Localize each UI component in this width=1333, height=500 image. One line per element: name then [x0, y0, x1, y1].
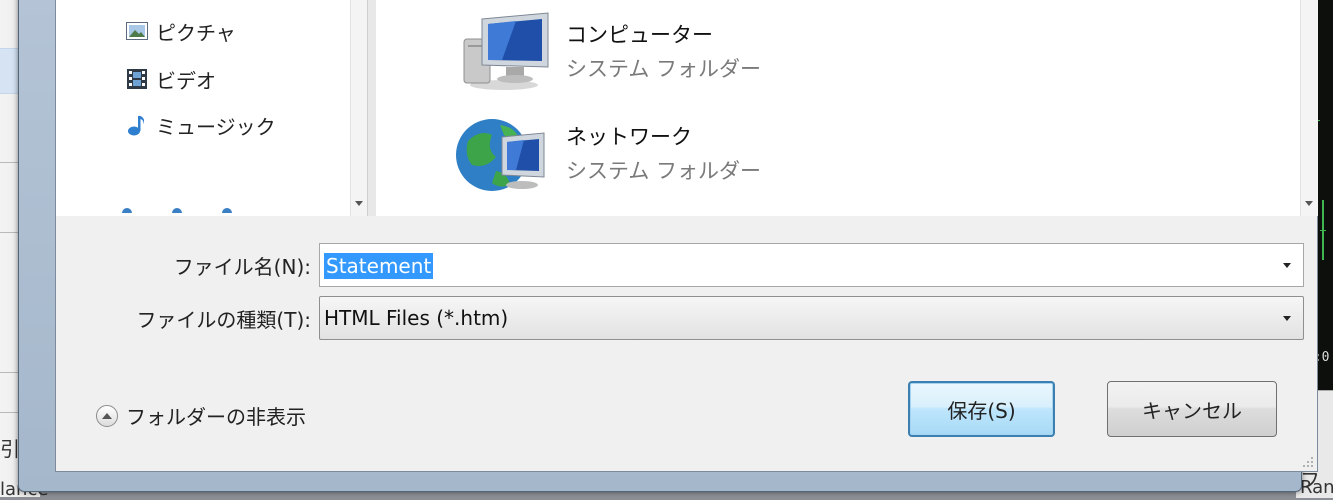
navigation-pane[interactable]: ピクチャ ビデオ ミュージック	[56, 0, 350, 216]
content-item-network[interactable]: ネットワーク システム フォルダー	[456, 111, 1056, 201]
music-icon	[126, 114, 148, 136]
filetype-value: HTML Files (*.htm)	[324, 306, 509, 330]
nav-scrollbar[interactable]	[350, 0, 368, 216]
nav-item-label: ビデオ	[156, 68, 216, 93]
filetype-label: ファイルの種類(T):	[136, 308, 311, 332]
content-item-name: ネットワーク	[566, 125, 692, 149]
nav-item-music[interactable]: ミュージック	[126, 109, 276, 141]
save-dialog-frame: ピクチャ ビデオ ミュージック コンピューター システム フォルダー ネットワー…	[18, 0, 1318, 492]
save-button[interactable]: 保存(S)	[908, 381, 1055, 437]
chevron-down-icon[interactable]	[1283, 263, 1291, 268]
filetype-select[interactable]: HTML Files (*.htm)	[319, 296, 1304, 340]
chart-tick	[1320, 230, 1326, 231]
content-scrollbar[interactable]	[1300, 0, 1318, 216]
nav-item-label: ピクチャ	[156, 20, 236, 45]
nav-item-videos[interactable]: ビデオ	[126, 63, 216, 95]
nav-item-label: ミュージック	[156, 114, 276, 139]
save-dialog: ピクチャ ビデオ ミュージック コンピューター システム フォルダー ネットワー…	[55, 0, 1318, 472]
filename-combobox[interactable]: Statement	[319, 243, 1304, 287]
browse-area: ピクチャ ビデオ ミュージック コンピューター システム フォルダー ネットワー…	[56, 0, 1318, 216]
content-item-name: コンピューター	[566, 23, 713, 47]
chevron-up-icon	[96, 404, 118, 427]
nav-item-pictures[interactable]: ピクチャ	[126, 15, 236, 47]
nav-item-partial	[122, 203, 322, 213]
content-item-computer[interactable]: コンピューター システム フォルダー	[456, 9, 1056, 99]
filename-input[interactable]: Statement	[324, 253, 434, 279]
filename-label: ファイル名(N):	[173, 255, 311, 279]
hide-folders-toggle[interactable]: フォルダーの非表示	[96, 401, 306, 430]
video-icon	[126, 68, 148, 90]
content-pane[interactable]: コンピューター システム フォルダー ネットワーク システム フォルダー	[376, 0, 1300, 216]
background-text: Rance	[1300, 477, 1333, 498]
scroll-down-arrow-icon[interactable]	[1305, 201, 1313, 206]
scroll-down-arrow-icon[interactable]	[355, 201, 363, 206]
network-icon	[456, 111, 552, 193]
chevron-down-icon[interactable]	[1283, 316, 1291, 321]
cancel-button[interactable]: キャンセル	[1107, 381, 1277, 437]
resize-grip-icon[interactable]	[1301, 455, 1313, 467]
pictures-icon	[126, 20, 148, 42]
computer-icon	[456, 9, 552, 91]
content-item-description: システム フォルダー	[566, 57, 762, 81]
content-item-description: システム フォルダー	[566, 159, 762, 183]
hide-folders-label: フォルダーの非表示	[126, 405, 306, 429]
